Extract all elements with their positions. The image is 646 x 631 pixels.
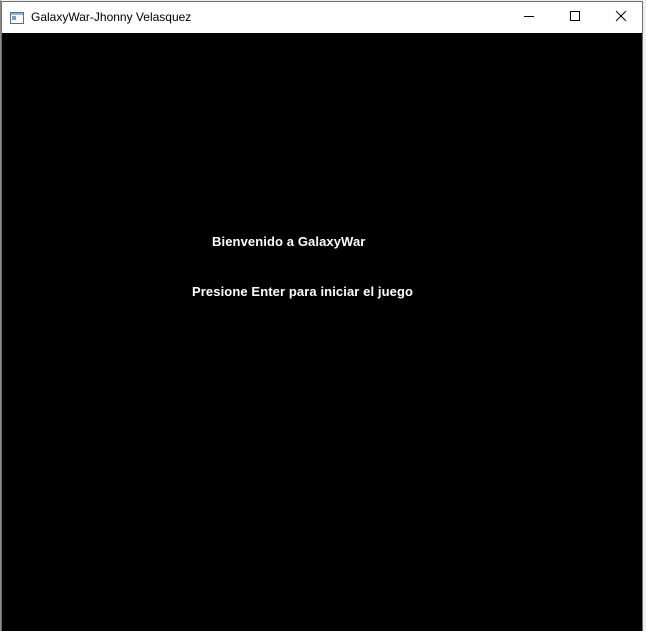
game-window: GalaxyWar-Jhonny Velasquez Bienvenido a …	[1, 1, 643, 631]
minimize-button[interactable]	[506, 2, 552, 33]
start-prompt: Presione Enter para iniciar el juego	[192, 284, 414, 299]
maximize-icon	[569, 9, 581, 27]
game-canvas[interactable]: Bienvenido a GalaxyWar Presione Enter pa…	[2, 33, 642, 631]
title-bar[interactable]: GalaxyWar-Jhonny Velasquez	[2, 2, 642, 33]
maximize-button[interactable]	[552, 2, 598, 33]
close-button[interactable]	[598, 2, 644, 33]
welcome-message: Bienvenido a GalaxyWar	[212, 234, 366, 249]
minimize-icon	[523, 9, 535, 27]
app-window-icon[interactable]	[10, 11, 24, 24]
close-icon	[615, 9, 627, 27]
window-title: GalaxyWar-Jhonny Velasquez	[31, 10, 192, 24]
